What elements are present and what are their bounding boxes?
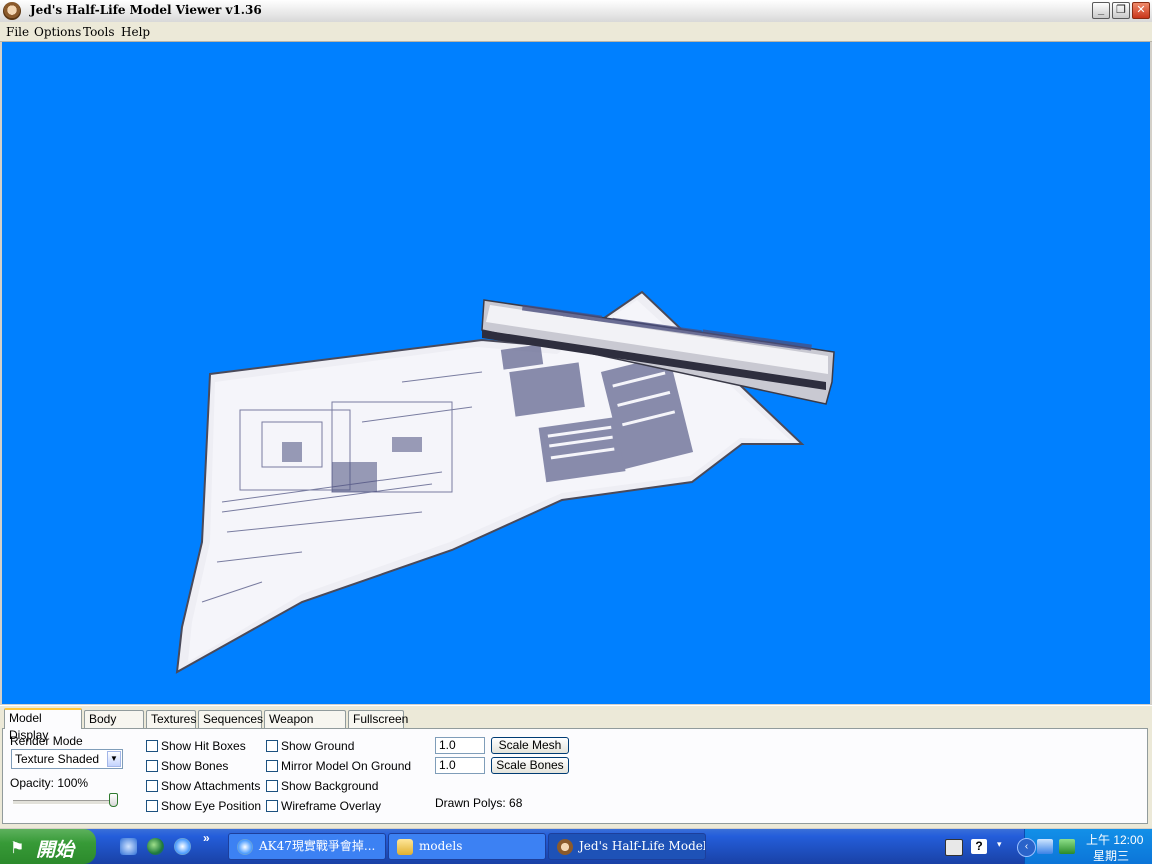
taskbar: ⚑ 開始 » AK47現實戰爭會掉... models Jed's Half-L… — [0, 829, 1152, 864]
app-icon[interactable] — [3, 2, 21, 20]
mirror-model-label: Mirror Model On Ground — [281, 759, 412, 773]
tab-model-display[interactable]: Model Display — [4, 708, 82, 742]
drawn-polys-label: Drawn Polys: 68 — [435, 796, 523, 810]
wireframe-overlay-checkbox[interactable] — [266, 800, 278, 812]
task-ak47[interactable]: AK47現實戰爭會掉... — [228, 833, 386, 860]
chevron-down-icon[interactable]: ▼ — [107, 751, 121, 767]
network-icon[interactable] — [1037, 839, 1053, 854]
model-viewport[interactable] — [2, 42, 1150, 704]
show-eye-position-checkbox[interactable] — [146, 800, 158, 812]
wireframe-overlay-label: Wireframe Overlay — [281, 799, 382, 813]
show-attachments-label: Show Attachments — [161, 779, 261, 793]
show-desktop-icon[interactable] — [120, 838, 137, 855]
keyboard-icon[interactable] — [945, 839, 963, 856]
show-ground-label: Show Ground — [281, 739, 355, 753]
menu-bar: File Options Tools Help — [0, 22, 1152, 42]
mirror-model-checkbox[interactable] — [266, 760, 278, 772]
clock-day: 星期三 — [1093, 849, 1130, 863]
start-button[interactable]: ⚑ 開始 — [0, 829, 96, 864]
scale-bones-input[interactable]: 1.0 — [435, 757, 485, 774]
menu-file[interactable]: File — [6, 25, 29, 39]
tab-textures[interactable]: Textures — [146, 710, 196, 728]
task-model-viewer[interactable]: Jed's Half-Life Model ... — [548, 833, 706, 860]
scale-mesh-button[interactable]: Scale Mesh — [491, 737, 569, 754]
show-ground-checkbox[interactable] — [266, 740, 278, 752]
restore-button[interactable]: ❐ — [1112, 2, 1130, 19]
folder-icon — [397, 839, 413, 855]
clock-time[interactable]: 上午 12:00 — [1086, 831, 1143, 848]
tab-weapon-origin[interactable]: Weapon Origin — [264, 710, 346, 743]
render-mode-select[interactable]: Texture Shaded ▼ — [11, 749, 123, 769]
show-background-label: Show Background — [281, 779, 379, 793]
task-models-label: models — [419, 839, 463, 853]
opacity-label: Opacity: 100% — [10, 776, 89, 790]
device-icon[interactable] — [1059, 839, 1075, 854]
internet-explorer-icon[interactable] — [174, 838, 191, 855]
model-display-page: Render Mode Texture Shaded ▼ Opacity: 10… — [2, 728, 1148, 824]
quicklaunch-more-icon[interactable]: » — [203, 831, 210, 845]
opacity-slider-track[interactable] — [13, 800, 117, 805]
blueprint-model — [175, 290, 835, 674]
globe-icon[interactable] — [147, 838, 164, 855]
minimize-button[interactable]: _ — [1092, 2, 1110, 19]
start-label: 開始 — [36, 839, 75, 861]
windows-flag-icon: ⚑ — [10, 840, 25, 857]
tab-fullscreen[interactable]: Fullscreen — [348, 710, 408, 728]
internet-explorer-icon — [237, 839, 253, 855]
scale-mesh-input[interactable]: 1.0 — [435, 737, 485, 754]
title-bar[interactable]: Jed's Half-Life Model Viewer v1.36 _ ❐ ✕ — [0, 0, 1152, 23]
app-icon — [557, 839, 573, 855]
window-title: Jed's Half-Life Model Viewer v1.36 — [30, 3, 262, 17]
show-attachments-checkbox[interactable] — [146, 780, 158, 792]
ime-options-icon[interactable]: ▾ — [997, 839, 1007, 854]
control-panel: Model Display Body Parts Textures Sequen… — [0, 705, 1152, 828]
opacity-slider-thumb[interactable] — [109, 793, 118, 807]
show-hit-boxes-label: Show Hit Boxes — [161, 739, 246, 753]
show-hit-boxes-checkbox[interactable] — [146, 740, 158, 752]
show-bones-checkbox[interactable] — [146, 760, 158, 772]
task-model-viewer-label: Jed's Half-Life Model ... — [579, 839, 706, 853]
help-icon[interactable]: ? — [971, 839, 987, 854]
show-bones-label: Show Bones — [161, 759, 229, 773]
menu-tools[interactable]: Tools — [83, 25, 115, 39]
show-eye-position-label: Show Eye Position — [161, 799, 262, 813]
scale-bones-button[interactable]: Scale Bones — [491, 757, 569, 774]
task-models[interactable]: models — [388, 833, 546, 860]
chevron-left-icon[interactable]: ‹ — [1017, 838, 1036, 857]
menu-options[interactable]: Options — [34, 25, 81, 39]
tab-sequences[interactable]: Sequences — [198, 710, 263, 728]
task-ak47-label: AK47現實戰爭會掉... — [259, 839, 376, 853]
close-button[interactable]: ✕ — [1132, 2, 1150, 19]
menu-help[interactable]: Help — [121, 25, 150, 39]
tab-body-parts[interactable]: Body Parts — [84, 710, 144, 743]
show-background-checkbox[interactable] — [266, 780, 278, 792]
render-mode-value: Texture Shaded — [15, 752, 100, 766]
